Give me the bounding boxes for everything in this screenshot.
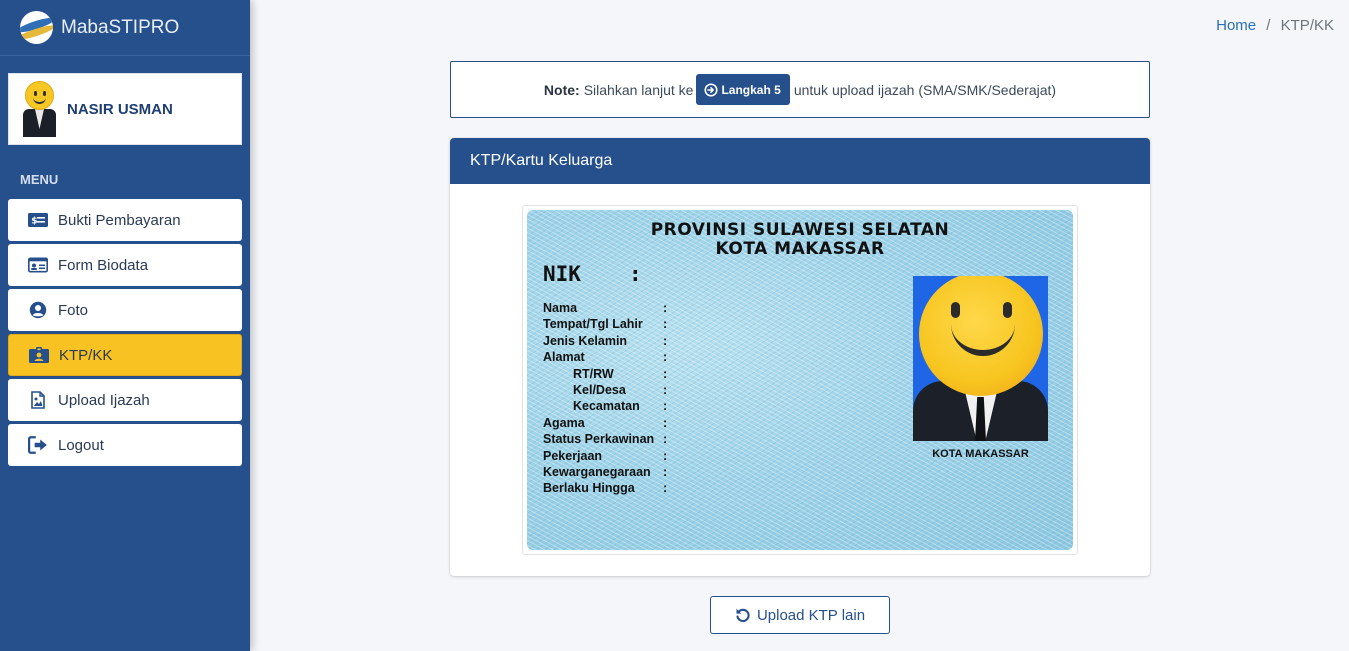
sidebar-item-label: Upload Ijazah <box>58 391 150 409</box>
ktp-field: Nama: <box>543 301 668 315</box>
ktp-fields: Nama: Tempat/Tgl Lahir: Jenis Kelamin: A… <box>543 300 683 497</box>
file-image-icon <box>27 391 49 409</box>
sidebar-item-logout[interactable]: Logout <box>8 424 242 466</box>
sidebar-item-label: Form Biodata <box>58 256 149 274</box>
arrow-circle-right-icon <box>704 82 719 97</box>
card-title: KTP/Kartu Keluarga <box>450 138 1150 184</box>
upload-ktp-button-label: Upload KTP lain <box>756 606 866 624</box>
ktp-photo-caption: KOTA MAKASSAR <box>932 448 1029 460</box>
user-name: NASIR USMAN <box>67 100 173 118</box>
breadcrumb-current: KTP/KK <box>1280 17 1334 34</box>
sidebar-item-label: Foto <box>58 301 89 319</box>
brand-name: MabaSTIPRO <box>61 16 180 38</box>
user-panel[interactable]: NASIR USMAN <box>8 73 242 145</box>
ktp-field: Kel/Desa: <box>573 382 668 397</box>
ktp-card: KTP/Kartu Keluarga PROVINSI SULAWESI SEL… <box>450 138 1150 576</box>
note-label: Note: <box>543 81 580 98</box>
breadcrumb-separator: / <box>1266 17 1271 34</box>
svg-text:$: $ <box>31 217 37 227</box>
breadcrumb: Home / KTP/KK <box>1216 17 1334 34</box>
brand-logo-icon <box>20 11 53 44</box>
ktp-field: RT/RW: <box>573 366 668 381</box>
money-bill-icon: $ <box>27 211 49 229</box>
ktp-field: Berlaku Hingga: <box>543 481 668 496</box>
sidebar-item-label: KTP/KK <box>59 346 113 364</box>
note-text-before: Silahkan lanjut ke <box>583 81 694 98</box>
ktp-field: Tempat/Tgl Lahir: <box>543 317 668 332</box>
step-5-button-label: Langkah 5 <box>721 82 781 97</box>
menu-header: MENU <box>20 172 59 187</box>
breadcrumb-home-link[interactable]: Home <box>1216 17 1256 34</box>
ktp-photo <box>913 276 1048 441</box>
avatar <box>23 81 56 137</box>
ktp-field: Kecamatan: <box>573 399 668 414</box>
ktp-nik-label: NIK <box>543 262 581 286</box>
ktp-image-frame: PROVINSI SULAWESI SELATAN KOTA MAKASSAR … <box>522 205 1078 555</box>
smiley-face-icon <box>919 276 1043 396</box>
undo-icon <box>736 608 750 623</box>
ktp-field: Pekerjaan: <box>543 448 668 463</box>
id-card-icon <box>27 256 49 274</box>
sidebar-item-bukti-pembayaran[interactable]: $ Bukti Pembayaran <box>8 199 242 241</box>
ktp-field: Status Perkawinan: <box>543 432 668 447</box>
brand-link[interactable]: MabaSTIPRO <box>0 0 250 56</box>
ktp-city: KOTA MAKASSAR <box>715 239 885 259</box>
ktp-image: PROVINSI SULAWESI SELATAN KOTA MAKASSAR … <box>527 210 1073 550</box>
ktp-field: Kewarganegaraan: <box>543 464 668 479</box>
sidebar-menu: $ Bukti Pembayaran Form Biodata Foto KTP… <box>8 199 242 469</box>
sidebar-item-ktp-kk[interactable]: KTP/KK <box>8 334 242 376</box>
user-circle-icon <box>27 301 49 319</box>
sidebar-item-upload-ijazah[interactable]: Upload Ijazah <box>8 379 242 421</box>
ktp-field: Agama: <box>543 415 668 430</box>
sign-out-icon <box>27 436 49 454</box>
sidebar-item-label: Logout <box>58 436 104 454</box>
ktp-field: Alamat: <box>543 350 668 365</box>
note-callout: Note: Silahkan lanjut ke Langkah 5 untuk… <box>450 61 1150 118</box>
ktp-nik-colon: : <box>629 262 642 286</box>
sidebar: MabaSTIPRO NASIR USMAN MENU $ Bukti Pemb… <box>0 0 250 651</box>
id-badge-icon <box>28 346 50 364</box>
sidebar-item-form-biodata[interactable]: Form Biodata <box>8 244 242 286</box>
upload-ktp-button[interactable]: Upload KTP lain <box>710 596 890 634</box>
sidebar-item-label: Bukti Pembayaran <box>58 211 181 229</box>
sidebar-item-foto[interactable]: Foto <box>8 289 242 331</box>
ktp-province: PROVINSI SULAWESI SELATAN <box>650 220 950 240</box>
note-text-after: untuk upload ijazah (SMA/SMK/Sederajat) <box>793 81 1057 98</box>
ktp-field: Jenis Kelamin: <box>543 333 668 348</box>
step-5-button[interactable]: Langkah 5 <box>696 74 790 105</box>
